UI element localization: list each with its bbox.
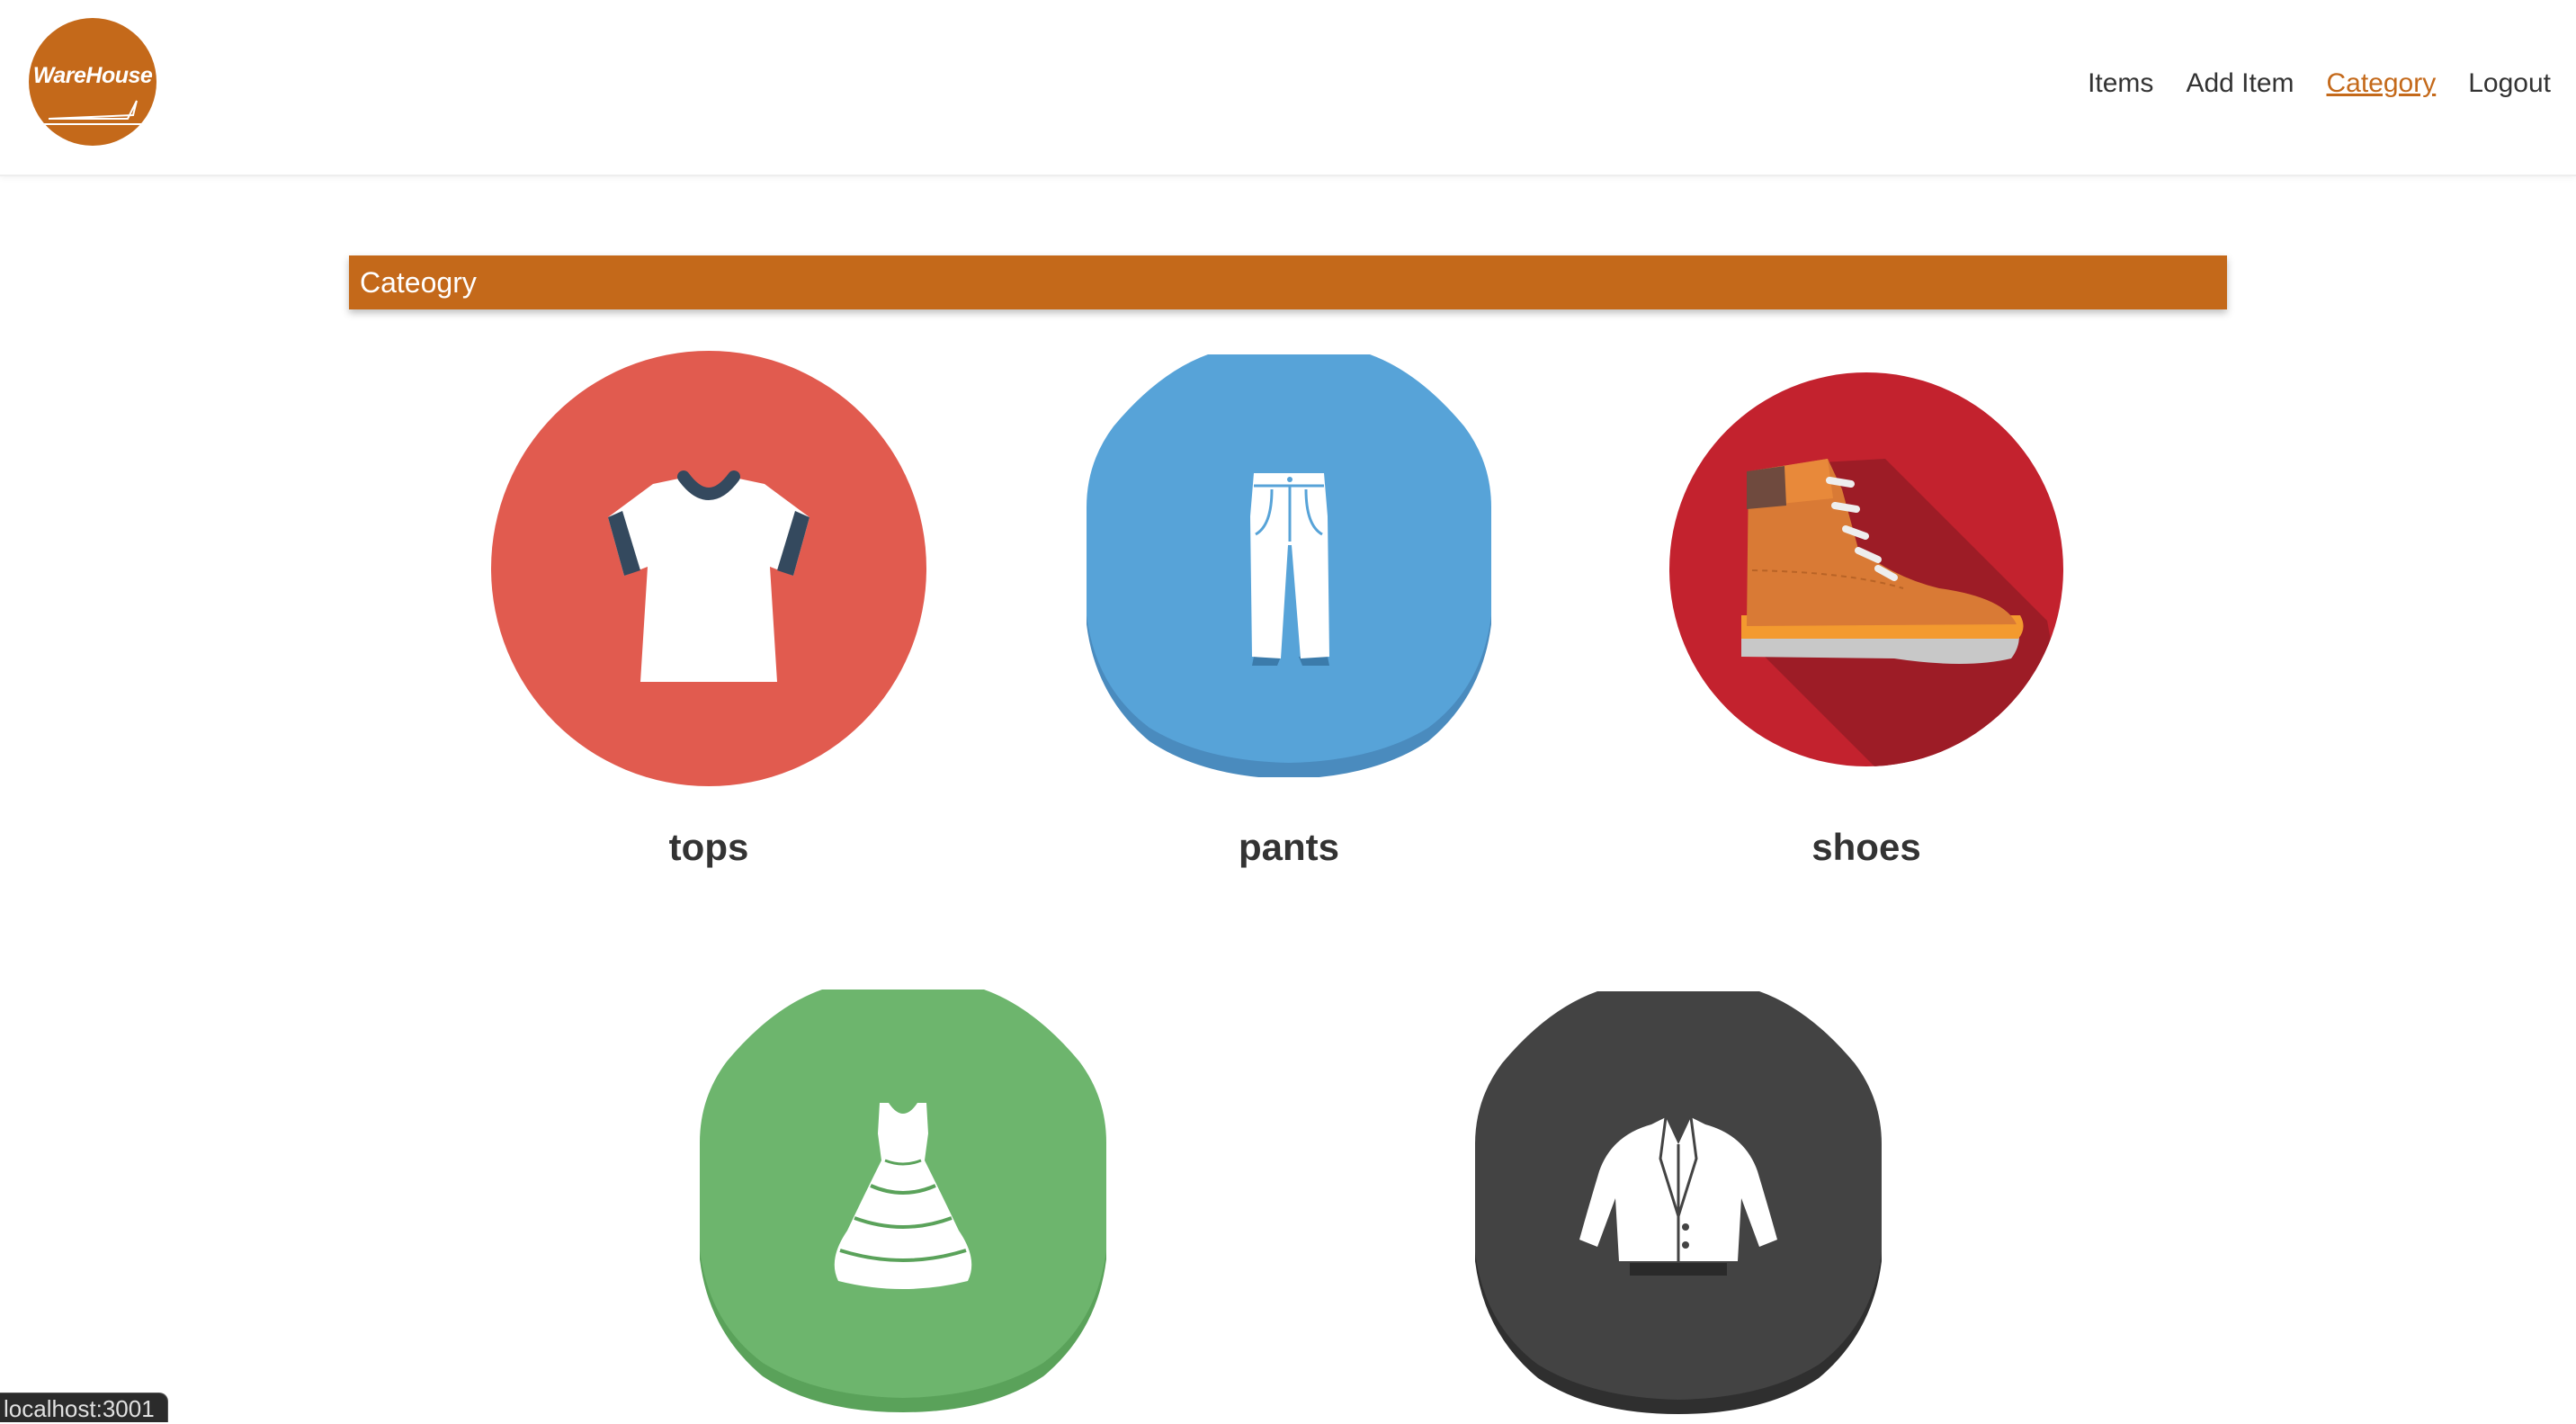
nav-items[interactable]: Items	[2088, 68, 2153, 99]
category-label: shoes	[1811, 826, 1921, 868]
category-label: pants	[1238, 826, 1339, 868]
tshirt-icon	[491, 351, 926, 786]
pants-icon	[1087, 354, 1491, 777]
nav-logout[interactable]: Logout	[2468, 68, 2551, 99]
nav-add-item[interactable]: Add Item	[2186, 68, 2294, 99]
category-label: tops	[668, 826, 749, 868]
dress-icon	[700, 990, 1106, 1412]
navbar: WareHouse Items Add Item Category Logout	[0, 0, 2576, 176]
category-tile-tops[interactable]: tops	[491, 351, 926, 873]
jacket-icon	[1475, 991, 1882, 1414]
logo-ship-icon	[43, 100, 142, 125]
category-tile-pants[interactable]: pants	[1087, 354, 1491, 873]
main-nav: Items Add Item Category Logout	[2088, 68, 2551, 99]
warehouse-logo[interactable]: WareHouse	[29, 18, 157, 146]
section-header: Cateogry	[349, 255, 2227, 309]
category-tile-shoes[interactable]: shoes	[1669, 372, 2063, 873]
status-url: localhost:3001	[0, 1393, 168, 1422]
section-title: Cateogry	[360, 266, 477, 299]
nav-category[interactable]: Category	[2327, 68, 2437, 99]
category-tile-dress[interactable]	[700, 990, 1106, 1412]
category-tile-jacket[interactable]	[1475, 991, 1882, 1414]
boot-icon	[1669, 372, 2063, 766]
